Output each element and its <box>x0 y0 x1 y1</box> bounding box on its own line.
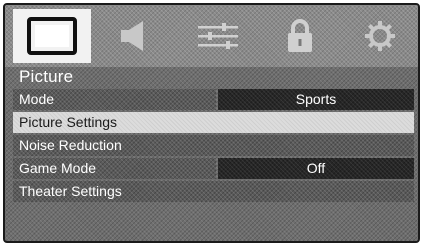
menu-item-label: Game Mode <box>13 158 216 179</box>
tab-audio[interactable] <box>96 9 174 63</box>
menu-item-picture-settings[interactable]: Picture Settings <box>13 112 414 133</box>
tab-picture[interactable] <box>13 9 91 63</box>
picture-menu-list: Mode Sports Picture Settings Noise Reduc… <box>13 89 414 204</box>
menu-item-mode[interactable]: Mode Sports <box>13 89 414 110</box>
menu-item-value: Off <box>218 158 414 179</box>
menu-item-label: Mode <box>13 89 216 110</box>
tab-lock[interactable] <box>261 9 339 63</box>
menu-item-theater-settings[interactable]: Theater Settings <box>13 181 414 202</box>
menu-item-label: Picture Settings <box>13 112 414 133</box>
menu-item-label: Theater Settings <box>13 181 414 202</box>
menu-item-noise-reduction[interactable]: Noise Reduction <box>13 135 414 156</box>
lock-icon <box>288 19 312 52</box>
section-title: Picture <box>19 67 74 86</box>
menu-item-value: Sports <box>218 89 414 110</box>
menu-item-label: Noise Reduction <box>13 135 414 156</box>
tab-sliders[interactable] <box>179 9 257 63</box>
menu-item-game-mode[interactable]: Game Mode Off <box>13 158 414 179</box>
picture-icon <box>27 17 77 55</box>
speaker-icon <box>121 21 143 51</box>
tab-setup[interactable] <box>341 9 418 63</box>
sliders-icon <box>198 23 238 49</box>
menu-tab-bar <box>5 5 418 67</box>
gear-icon <box>365 21 395 51</box>
tv-osd-menu: Picture Mode Sports Picture Settings Noi… <box>3 3 420 243</box>
